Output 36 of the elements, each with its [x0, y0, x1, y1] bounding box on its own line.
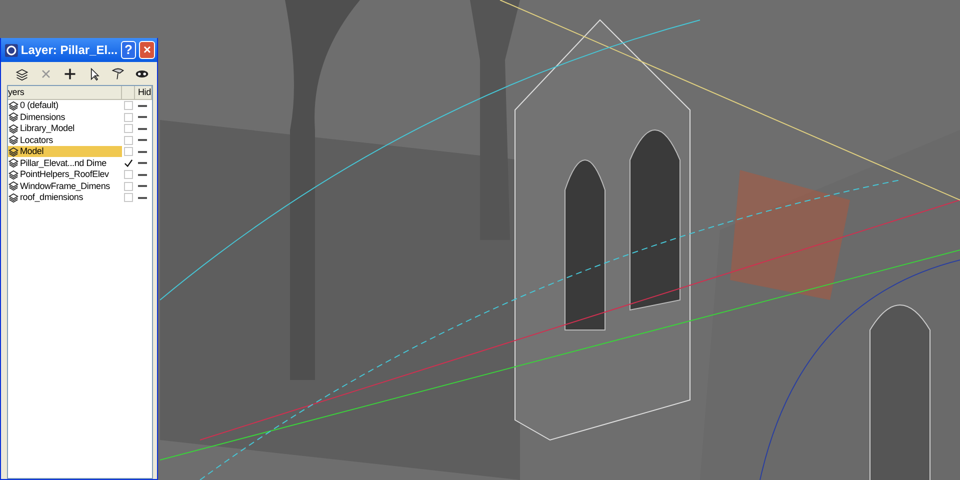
layer-item[interactable]: 0 (default) [8, 100, 122, 112]
close-button[interactable]: × [139, 41, 156, 59]
layer-item[interactable]: Library_Model [8, 123, 122, 134]
layer-item[interactable]: Locators [8, 134, 122, 146]
plus-icon[interactable] [63, 67, 77, 81]
layer-icon [8, 135, 19, 146]
checkbox[interactable] [124, 124, 132, 134]
checkbox[interactable] [124, 112, 132, 122]
check-icon[interactable] [124, 158, 132, 168]
layer-icon [8, 100, 19, 111]
layer-icon [8, 170, 19, 180]
layer-item[interactable]: roof_dmiensions [8, 192, 122, 204]
checkbox[interactable] [124, 170, 132, 180]
help-button[interactable]: ? [120, 41, 136, 59]
layer-item[interactable]: Dimensions [8, 112, 122, 123]
checkbox[interactable] [124, 101, 132, 110]
app-logo-icon [5, 42, 18, 58]
checkbox[interactable] [124, 193, 132, 202]
layers-stack-icon[interactable] [15, 67, 29, 81]
layer-item[interactable]: PointHelpers_RoofElev [8, 169, 122, 180]
layer-icon [8, 112, 19, 122]
layer-icon [8, 124, 19, 134]
layer-item[interactable]: Model [8, 146, 122, 158]
checkbox[interactable] [124, 182, 132, 191]
layer-icon [8, 192, 19, 203]
window-title: Layer: Pillar_El... [20, 43, 118, 57]
column-header[interactable]: yers [8, 86, 122, 99]
checkbox[interactable] [124, 147, 132, 156]
layer-item[interactable]: WindowFrame_Dimens [8, 180, 122, 192]
layer-item[interactable]: Pillar_Elevat...nd Dime [8, 158, 122, 169]
layer-icon [8, 181, 19, 192]
layer-icon [8, 158, 19, 168]
checkbox[interactable] [124, 136, 132, 145]
layer-icon [8, 146, 19, 157]
magic-wand-icon[interactable] [111, 67, 125, 81]
column-header[interactable]: Hid [135, 86, 152, 99]
